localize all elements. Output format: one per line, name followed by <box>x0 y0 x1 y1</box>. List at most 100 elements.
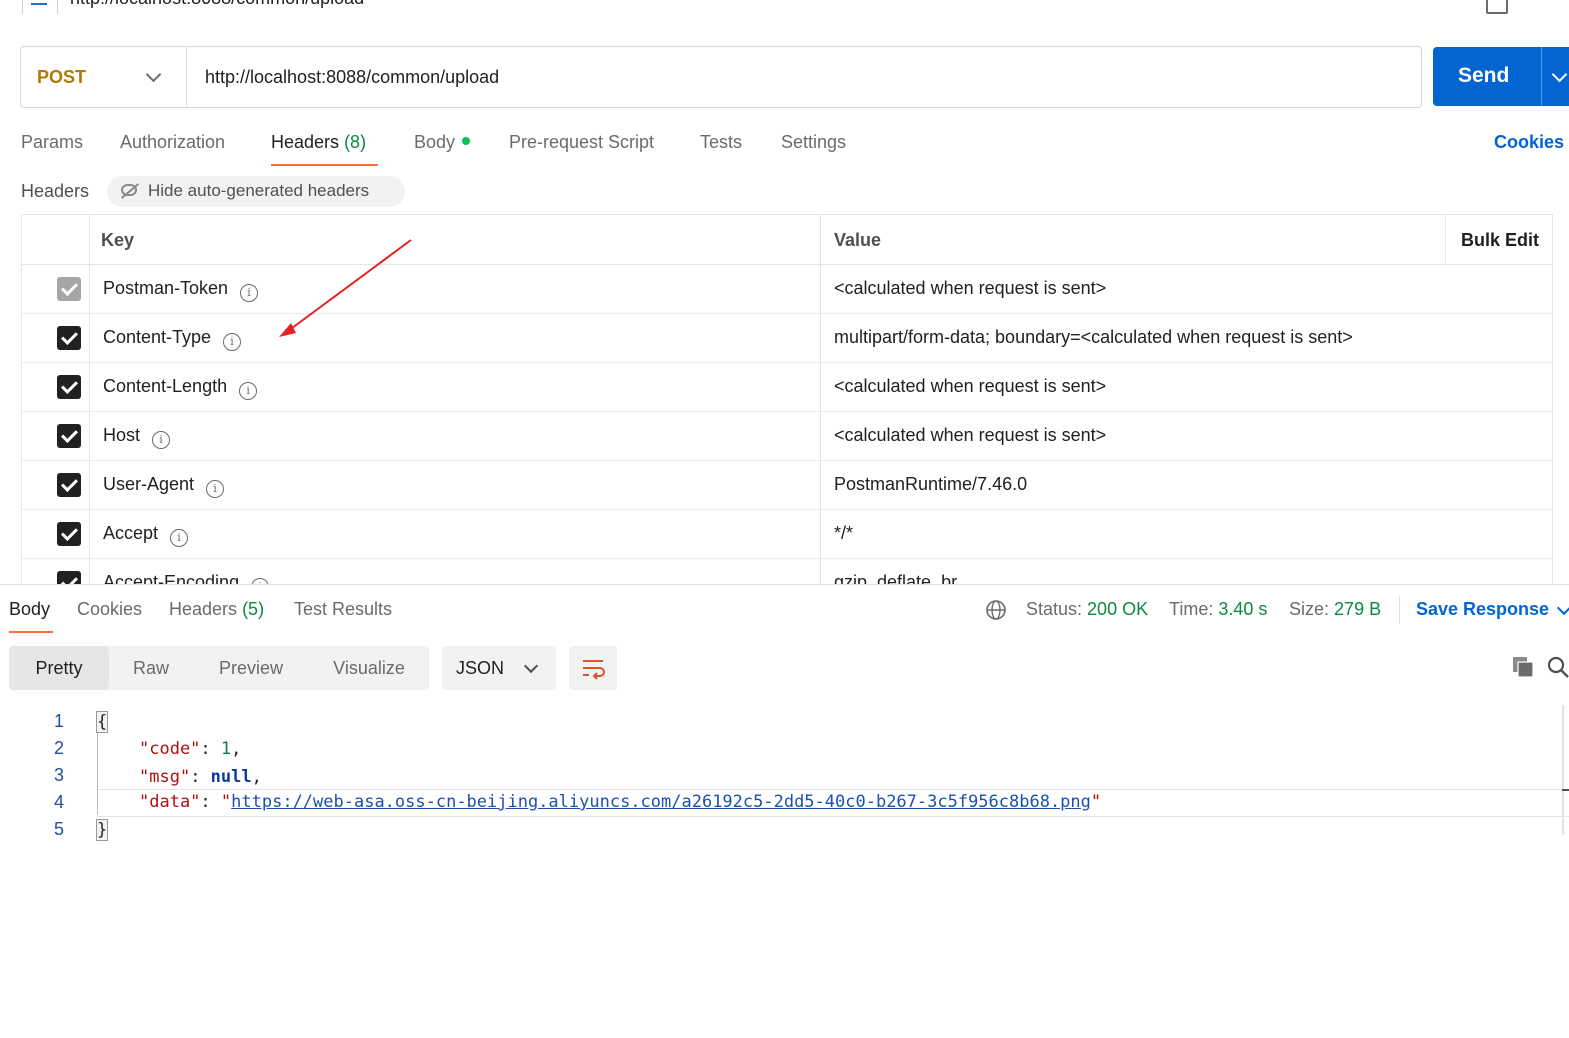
response-time: Time: 3.40 s <box>1169 599 1267 620</box>
response-size: Size: 279 B <box>1289 599 1381 620</box>
header-key[interactable]: Accept-Encodingi <box>103 572 270 584</box>
cookies-link[interactable]: Cookies <box>1494 132 1564 153</box>
status-label: Status: <box>1026 599 1083 619</box>
header-enabled-checkbox <box>57 277 81 301</box>
header-key[interactable]: User-Agent i <box>103 474 225 498</box>
time-label: Time: <box>1169 599 1214 619</box>
json-null: null <box>210 767 252 787</box>
tab-body[interactable]: Body <box>414 132 471 153</box>
time-value[interactable]: 3.40 s <box>1218 599 1267 619</box>
info-icon[interactable]: i <box>170 529 189 547</box>
scrollbar-marker <box>1562 789 1569 791</box>
table-row: Postman-Token i <calculated when request … <box>22 264 1552 314</box>
header-value[interactable]: multipart/form-data; boundary=<calculate… <box>834 327 1353 348</box>
send-button[interactable]: Send <box>1433 47 1569 106</box>
header-key[interactable]: Host i <box>103 425 171 449</box>
info-icon[interactable]: i <box>223 333 242 351</box>
scrollbar-track[interactable] <box>1562 705 1564 835</box>
tab-headers[interactable]: Headers (8) <box>271 132 366 153</box>
header-value[interactable]: <calculated when request is sent> <box>834 278 1106 299</box>
code-line: } <box>96 819 109 841</box>
header-enabled-checkbox[interactable] <box>57 522 81 546</box>
column-header-key: Key <box>101 230 135 250</box>
chevron-down-icon <box>523 658 539 674</box>
active-tab-indicator <box>9 631 53 633</box>
header-value[interactable]: gzip, deflate, br <box>834 572 957 584</box>
info-icon[interactable]: i <box>240 284 259 302</box>
header-key[interactable]: Accept i <box>103 523 189 547</box>
save-response-button[interactable]: Save Response <box>1416 599 1549 620</box>
tab-authorization[interactable]: Authorization <box>120 132 225 153</box>
tab-settings[interactable]: Settings <box>781 132 846 153</box>
header-value[interactable]: */* <box>834 523 853 544</box>
response-panel-divider <box>0 584 1569 585</box>
tab-headers-count: (8) <box>344 132 367 152</box>
hide-auto-generated-headers-button[interactable]: Hide auto-generated headers <box>107 176 405 207</box>
header-enabled-checkbox[interactable] <box>57 473 81 497</box>
view-visualize-button[interactable]: Visualize <box>313 646 425 690</box>
info-icon[interactable]: i <box>239 382 258 400</box>
table-row: User-Agent i PostmanRuntime/7.46.0 <box>22 460 1552 510</box>
tab-tests[interactable]: Tests <box>700 132 742 153</box>
response-tab-body[interactable]: Body <box>9 599 50 620</box>
info-icon[interactable]: i <box>206 480 225 498</box>
wrap-lines-icon[interactable] <box>569 646 617 690</box>
header-key[interactable]: Content-Length i <box>103 376 258 400</box>
headers-table-header: Key Value Bulk Edit <box>22 215 1552 265</box>
header-key[interactable]: Content-Type i <box>103 327 242 351</box>
code-line: "data": "https://web-asa.oss-cn-beijing.… <box>139 792 1102 812</box>
method-selector[interactable]: POST <box>37 67 86 88</box>
header-enabled-checkbox[interactable] <box>57 571 81 584</box>
view-pretty-button[interactable]: Pretty <box>9 646 109 690</box>
format-select[interactable]: JSON <box>442 646 556 690</box>
tab-pre-request-script[interactable]: Pre-request Script <box>509 132 654 153</box>
view-raw-button[interactable]: Raw <box>113 646 189 690</box>
header-key-text: Host <box>103 425 141 445</box>
table-row: Content-Type i multipart/form-data; bound… <box>22 313 1552 363</box>
save-icon[interactable] <box>1486 0 1508 14</box>
headers-section-title: Headers <box>21 181 90 201</box>
response-tab-test-results[interactable]: Test Results <box>294 599 392 620</box>
header-key[interactable]: Postman-Token i <box>103 278 259 302</box>
json-key: "data" <box>139 792 201 812</box>
header-key-text: Accept-Encoding <box>103 572 240 584</box>
header-enabled-checkbox[interactable] <box>57 375 81 399</box>
chevron-down-icon[interactable] <box>145 66 162 83</box>
bulk-edit-button[interactable]: Bulk Edit <box>1461 230 1539 251</box>
chevron-down-icon[interactable] <box>1556 600 1569 616</box>
divider <box>1541 47 1542 106</box>
hide-auto-label: Hide auto-generated headers <box>148 181 370 200</box>
info-icon[interactable]: i <box>152 431 171 449</box>
response-tab-cookies[interactable]: Cookies <box>77 599 142 620</box>
status-value[interactable]: 200 OK <box>1087 599 1148 619</box>
json-url-link[interactable]: https://web-asa.oss-cn-beijing.aliyuncs.… <box>231 792 1091 812</box>
header-key-text: Accept <box>103 523 159 543</box>
url-input[interactable] <box>205 62 1385 92</box>
column-divider <box>1445 215 1446 264</box>
table-row: Content-Length i <calculated when request… <box>22 362 1552 412</box>
line-number: 1 <box>53 711 64 731</box>
response-tab-headers[interactable]: Headers (5) <box>169 599 264 620</box>
request-title[interactable]: http://localhost:8088/common/upload <box>70 0 364 9</box>
header-enabled-checkbox[interactable] <box>57 424 81 448</box>
header-enabled-checkbox[interactable] <box>57 326 81 350</box>
header-value[interactable]: <calculated when request is sent> <box>834 425 1106 446</box>
header-value[interactable]: PostmanRuntime/7.46.0 <box>834 474 1027 495</box>
globe-icon[interactable] <box>985 599 1007 621</box>
response-body-code[interactable]: 1 2 3 4 5 { "code": 1, "msg": null, "dat… <box>0 705 1569 855</box>
line-number: 2 <box>53 738 64 758</box>
response-tab-headers-label: Headers <box>169 599 238 619</box>
header-key-text: Content-Type <box>103 327 212 347</box>
chevron-down-icon[interactable] <box>1551 66 1568 83</box>
view-preview-button[interactable]: Preview <box>193 646 309 690</box>
close-brace: } <box>96 819 109 841</box>
tab-params[interactable]: Params <box>21 132 83 153</box>
header-value[interactable]: <calculated when request is sent> <box>834 376 1106 397</box>
body-status-dot <box>462 137 471 146</box>
size-value[interactable]: 279 B <box>1334 599 1381 619</box>
copy-icon[interactable] <box>1512 656 1534 678</box>
column-header-value: Value <box>834 230 882 250</box>
table-row: Host i <calculated when request is sent> <box>22 411 1552 461</box>
response-tab-headers-count: (5) <box>242 599 265 619</box>
search-icon[interactable] <box>1547 656 1569 678</box>
